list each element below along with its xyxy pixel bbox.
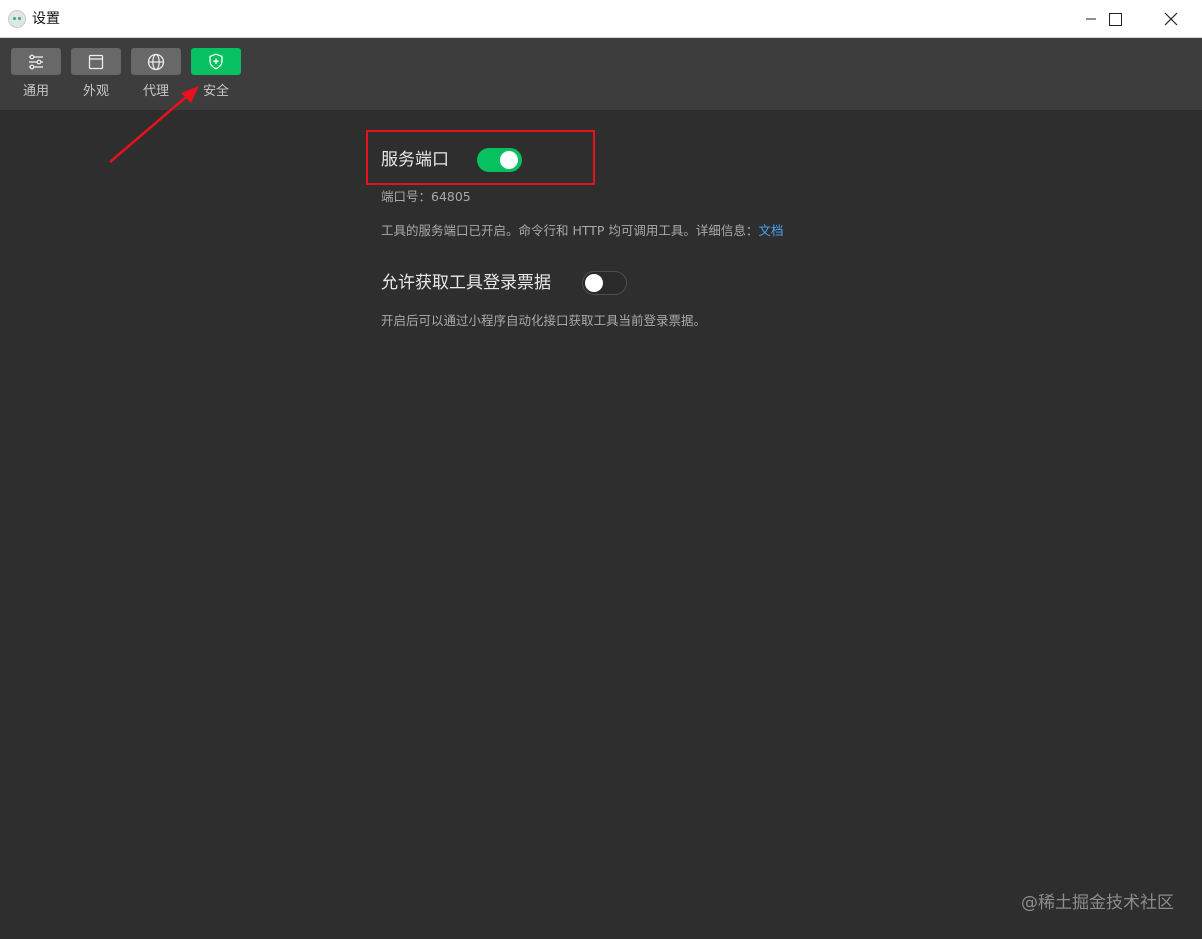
maximize-button[interactable] bbox=[1092, 0, 1138, 38]
watermark: @稀土掘金技术社区 bbox=[1021, 893, 1174, 913]
title-bar: 设置 bbox=[0, 0, 1202, 38]
service-port-description: 工具的服务端口已开启。命令行和 HTTP 均可调用工具。详细信息：文档 bbox=[381, 223, 783, 239]
login-ticket-title: 允许获取工具登录票据 bbox=[381, 273, 551, 293]
login-ticket-description: 开启后可以通过小程序自动化接口获取工具当前登录票据。 bbox=[381, 313, 707, 328]
tab-general-label: 通用 bbox=[22, 84, 49, 99]
window-icon bbox=[88, 54, 104, 69]
tab-proxy-button[interactable] bbox=[131, 48, 181, 75]
maximize-icon bbox=[1108, 12, 1122, 26]
globe-icon bbox=[147, 53, 165, 70]
docs-link[interactable]: 文档 bbox=[758, 223, 783, 238]
shield-icon bbox=[209, 53, 223, 70]
sliders-icon bbox=[29, 54, 43, 69]
port-number: 端口号：64805 bbox=[381, 189, 471, 204]
tab-general[interactable]: 通用 bbox=[11, 48, 61, 104]
annotation-highlight-box bbox=[366, 130, 595, 185]
app-logo-icon bbox=[8, 10, 26, 28]
toggle-knob bbox=[585, 274, 603, 292]
close-icon bbox=[1164, 12, 1178, 26]
login-ticket-toggle[interactable] bbox=[582, 271, 627, 295]
tab-appearance-button[interactable] bbox=[71, 48, 121, 75]
tab-general-button[interactable] bbox=[11, 48, 61, 75]
service-port-description-text: 工具的服务端口已开启。命令行和 HTTP 均可调用工具。详细信息： bbox=[381, 223, 759, 238]
window-title: 设置 bbox=[32, 11, 60, 27]
close-button[interactable] bbox=[1148, 0, 1194, 38]
tab-security-button[interactable] bbox=[191, 48, 241, 75]
